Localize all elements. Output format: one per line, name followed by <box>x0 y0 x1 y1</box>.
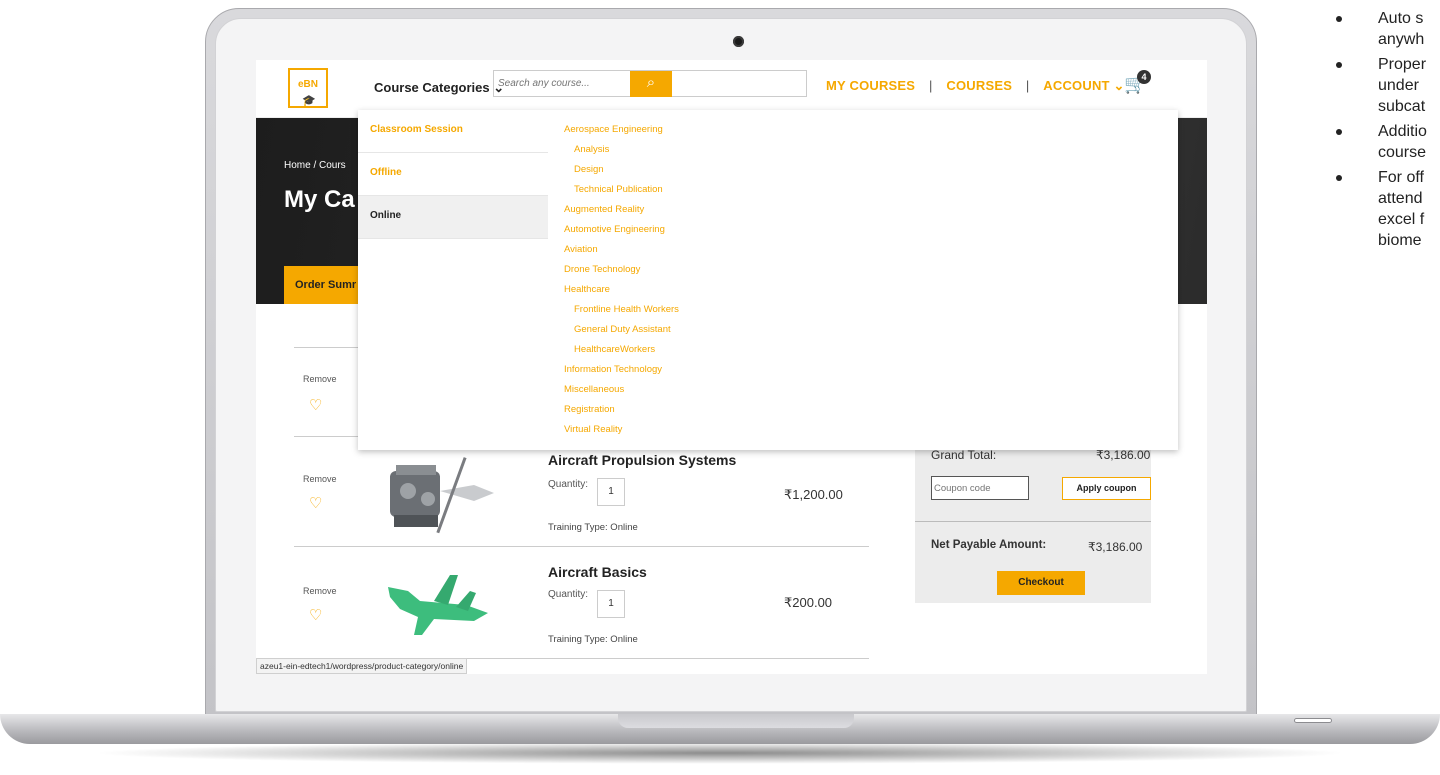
category-item[interactable]: HealthcareWorkers <box>548 340 1178 360</box>
apply-coupon-button[interactable]: Apply coupon <box>1062 477 1151 500</box>
note-line: subcat <box>1378 98 1426 115</box>
cart-row: Remove ♡ Aircraft Propulsion Systems Qua… <box>294 436 869 546</box>
top-nav: MY COURSES | COURSES | ACCOUNT ⌄ <box>826 78 1125 94</box>
quantity-stepper[interactable]: 1 <box>597 590 625 618</box>
category-item[interactable]: Healthcare <box>548 280 1178 300</box>
course-categories-button[interactable]: Course Categories ⌄ <box>374 80 504 96</box>
product-title[interactable]: Aircraft Basics <box>548 564 647 580</box>
coupon-input[interactable] <box>931 476 1029 500</box>
category-item[interactable]: Drone Technology <box>548 260 1178 280</box>
note-line: Additio <box>1378 123 1427 140</box>
delivery-mode-list: Classroom Session Offline Online <box>358 110 548 240</box>
course-categories-label: Course Categories <box>374 80 490 95</box>
category-item[interactable]: Virtual Reality <box>548 420 1178 440</box>
quantity-label: Quantity: <box>548 479 589 490</box>
nav-account-label: ACCOUNT <box>1043 78 1110 93</box>
product-price: ₹1,200.00 <box>784 487 843 502</box>
page-title: My Ca <box>284 186 355 213</box>
bullet-icon <box>1336 16 1342 22</box>
grand-total-label: Grand Total: <box>931 448 997 462</box>
note-line: Proper <box>1378 56 1427 73</box>
quantity-stepper[interactable]: 1 <box>597 478 625 506</box>
side-notes: Auto s anywh Proper under subcat Additio cours… <box>1320 0 1440 380</box>
heart-icon[interactable]: ♡ <box>309 494 322 512</box>
remove-link[interactable]: Remove <box>303 474 337 484</box>
category-item[interactable]: Analysis <box>548 140 1178 160</box>
note-line: anywh <box>1378 31 1425 48</box>
category-item[interactable]: Aerospace Engineering <box>548 120 1178 140</box>
laptop-notch <box>618 714 854 728</box>
category-item[interactable]: General Duty Assistant <box>548 320 1178 340</box>
net-payable-value: ₹3,186.00 <box>1088 540 1143 554</box>
training-type: Training Type: Online <box>548 634 638 645</box>
category-list: Aerospace Engineering Analysis Design Techn… <box>548 110 1178 450</box>
site-logo[interactable]: eBN 🎓 <box>288 68 328 108</box>
category-item[interactable]: Design <box>548 160 1178 180</box>
net-payable-label: Net Payable Amount: <box>931 539 1047 551</box>
remove-link[interactable]: Remove <box>303 374 337 384</box>
quantity-label: Quantity: <box>548 589 589 600</box>
nav-separator: | <box>928 78 933 93</box>
chevron-down-icon: ⌄ <box>1113 78 1125 93</box>
breadcrumb: Home / Cours <box>284 160 346 171</box>
nav-my-courses[interactable]: MY COURSES <box>826 78 915 93</box>
search-input[interactable] <box>498 71 634 96</box>
note-line: excel f <box>1378 211 1425 228</box>
cart-button[interactable]: 🛒 4 <box>1124 70 1151 98</box>
cart-row: Remove ♡ Aircraft Basics Quantity: 1 ₹20… <box>294 546 869 658</box>
summary-divider <box>915 521 1151 522</box>
camera-icon <box>733 36 744 47</box>
product-price: ₹200.00 <box>784 595 833 610</box>
status-bar-url: azeu1-ein-edtech1/wordpress/product-cate… <box>256 658 468 674</box>
bullet-icon <box>1336 129 1342 135</box>
category-item[interactable]: Aviation <box>548 240 1178 260</box>
training-type: Training Type: Online <box>548 522 638 533</box>
note-line: For off <box>1378 169 1424 186</box>
search-icon: ⌕ <box>646 74 656 91</box>
note-line: Auto s <box>1378 10 1424 27</box>
note-line: biome <box>1378 232 1422 249</box>
cart-count-badge: 4 <box>1137 70 1151 84</box>
category-item[interactable]: Registration <box>548 400 1178 420</box>
search-button[interactable]: ⌕ <box>630 71 672 97</box>
product-title[interactable]: Aircraft Propulsion Systems <box>548 452 736 468</box>
browser-screen: eBN 🎓 Course Categories ⌄ ⌕ MY COURSES |… <box>256 60 1207 674</box>
heart-icon[interactable]: ♡ <box>309 606 322 624</box>
logo-text: eBN <box>297 79 318 90</box>
category-item[interactable]: Augmented Reality <box>548 200 1178 220</box>
note-line: under <box>1378 77 1419 94</box>
grand-total-value: ₹3,186.00 <box>1096 448 1151 462</box>
category-item[interactable]: Technical Publication <box>548 180 1178 200</box>
category-item[interactable]: Automotive Engineering <box>548 220 1178 240</box>
graduation-cap-icon: 🎓 <box>302 95 316 107</box>
engine-product-image[interactable] <box>378 451 500 537</box>
laptop-indicator <box>1294 718 1332 723</box>
bullet-icon <box>1336 175 1342 181</box>
laptop-shadow <box>90 742 1350 764</box>
remove-link[interactable]: Remove <box>303 586 337 596</box>
bullet-icon <box>1336 62 1342 68</box>
nav-courses[interactable]: COURSES <box>946 78 1012 93</box>
menu-item-offline[interactable]: Offline <box>358 153 548 196</box>
menu-item-online[interactable]: Online <box>358 196 548 239</box>
aircraft-product-image[interactable] <box>378 561 500 647</box>
category-item[interactable]: Miscellaneous <box>548 380 1178 400</box>
note-line: course <box>1378 144 1427 161</box>
checkout-button[interactable]: Checkout <box>997 571 1085 595</box>
nav-separator: | <box>1025 78 1030 93</box>
category-item[interactable]: Frontline Health Workers <box>548 300 1178 320</box>
heart-icon[interactable]: ♡ <box>309 396 322 414</box>
presentation-stage: eBN 🎓 Course Categories ⌄ ⌕ MY COURSES |… <box>0 0 1440 775</box>
category-item[interactable]: Information Technology <box>548 360 1178 380</box>
nav-account[interactable]: ACCOUNT ⌄ <box>1043 78 1124 94</box>
course-categories-dropdown: Classroom Session Offline Online Aerospa… <box>358 110 1178 450</box>
menu-item-classroom-session[interactable]: Classroom Session <box>358 110 548 153</box>
note-line: attend <box>1378 190 1423 207</box>
